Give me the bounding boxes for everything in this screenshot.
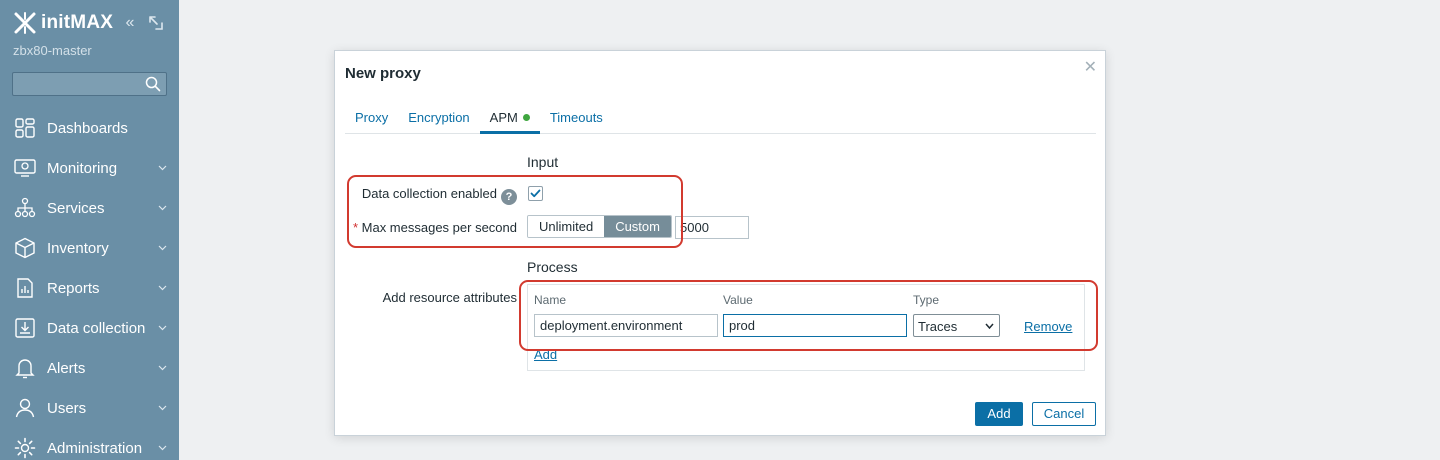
cancel-button[interactable]: Cancel (1032, 402, 1096, 426)
dashboards-icon (15, 118, 35, 138)
sidebar-item-services[interactable]: Services (0, 188, 179, 228)
sidebar-item-label: Services (47, 199, 105, 217)
tab-label: Encryption (408, 110, 470, 125)
kiosk-mode-icon[interactable] (147, 14, 165, 32)
sidebar-item-administration[interactable]: Administration (0, 428, 179, 460)
close-icon[interactable]: ✕ (1084, 57, 1097, 77)
sidebar-item-label: Monitoring (47, 159, 118, 177)
sidebar-controls: « (121, 14, 165, 32)
collapse-sidebar-icon[interactable]: « (121, 14, 139, 32)
annotation-highlight-process (519, 280, 1098, 351)
services-icon (14, 197, 36, 218)
sidebar-item-monitoring[interactable]: Monitoring (0, 148, 179, 188)
chevron-down-icon (158, 205, 167, 211)
sidebar-item-users[interactable]: Users (0, 388, 179, 428)
sidebar-item-dashboards[interactable]: Dashboards (0, 108, 179, 148)
dialog-tabs: Proxy Encryption APM Timeouts (345, 108, 1096, 134)
sidebar-item-label: Users (47, 399, 87, 417)
chevron-down-icon (158, 245, 167, 251)
sidebar-item-label: Alerts (47, 359, 86, 377)
data-collection-icon (15, 318, 35, 338)
reports-icon (17, 278, 33, 298)
chevron-down-icon (158, 325, 167, 331)
alerts-icon (15, 359, 35, 379)
sidebar-search-input[interactable] (12, 72, 167, 96)
server-name: zbx80-master (13, 43, 92, 58)
search-icon[interactable] (145, 76, 161, 92)
logo[interactable]: initMAX (13, 10, 113, 36)
tab-encryption[interactable]: Encryption (398, 108, 479, 134)
chevron-down-icon (158, 165, 167, 171)
add-button[interactable]: Add (975, 402, 1023, 426)
chevron-down-icon (158, 285, 167, 291)
sidebar-item-data-collection[interactable]: Data collection (0, 308, 179, 348)
sidebar-item-label: Inventory (47, 239, 109, 257)
main-nav: Dashboards Monitoring Services Inventory… (0, 108, 179, 460)
chevron-down-icon (158, 365, 167, 371)
tab-proxy[interactable]: Proxy (345, 108, 398, 134)
process-section-heading: Process (527, 259, 578, 275)
max-messages-input[interactable]: 5000 (675, 216, 749, 239)
tab-timeouts[interactable]: Timeouts (540, 108, 613, 134)
sidebar-item-reports[interactable]: Reports (0, 268, 179, 308)
input-section-heading: Input (527, 154, 559, 170)
administration-icon (14, 437, 36, 459)
annotation-highlight-input (347, 175, 683, 248)
tab-label: Timeouts (549, 110, 603, 125)
monitoring-icon (14, 159, 36, 177)
chevron-down-icon (158, 405, 167, 411)
resource-attributes-label: Add resource attributes (382, 290, 517, 305)
sidebar-item-alerts[interactable]: Alerts (0, 348, 179, 388)
new-proxy-dialog: New proxy ✕ Proxy Encryption APM Timeout… (334, 50, 1106, 436)
dialog-title: New proxy (345, 65, 421, 82)
users-icon (15, 398, 35, 418)
sidebar: initMAX « zbx80-master Dashboards Monito… (0, 0, 179, 460)
tab-apm[interactable]: APM (479, 108, 540, 134)
sidebar-item-inventory[interactable]: Inventory (0, 228, 179, 268)
inventory-icon (15, 237, 35, 259)
chevron-down-icon (158, 445, 167, 451)
tab-label: APM (489, 110, 518, 125)
sidebar-item-label: Data collection (47, 319, 146, 337)
sidebar-item-label: Administration (47, 439, 143, 457)
status-dot-icon (522, 114, 530, 121)
sidebar-item-label: Dashboards (47, 119, 128, 137)
tab-label: Proxy (355, 110, 389, 125)
sidebar-item-label: Reports (47, 279, 100, 297)
initmax-logo-icon (14, 12, 36, 34)
brand-name: initMAX (41, 12, 114, 33)
